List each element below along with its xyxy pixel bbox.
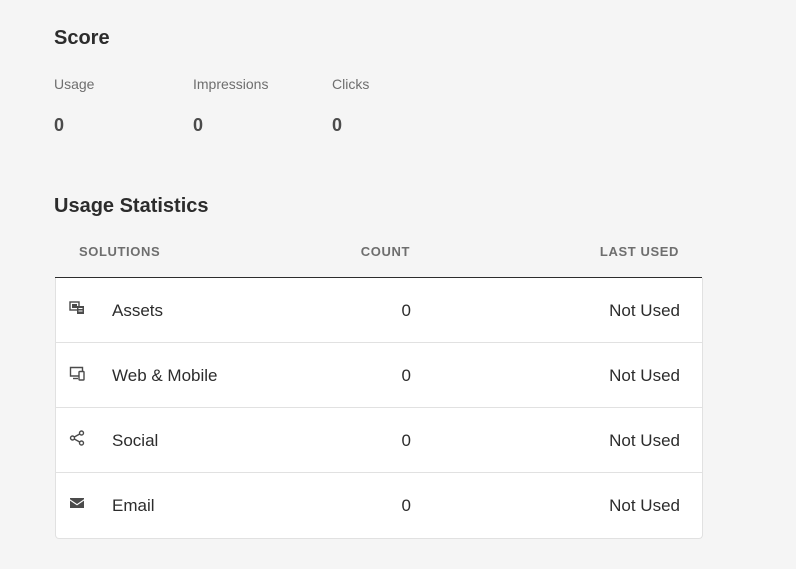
column-header-last-used[interactable]: LAST USED [600,244,679,259]
usage-table: Assets 0 Not Used Web & Mobile 0 Not Use… [55,278,703,539]
table-row[interactable]: Web & Mobile 0 Not Used [56,343,702,408]
solution-name: Email [112,496,155,515]
column-header-solutions[interactable]: SOLUTIONS [79,244,160,259]
metric-label: Clicks [332,76,370,92]
metric-impressions: Impressions 0 [193,76,323,136]
metric-usage: Usage 0 [54,76,184,136]
table-row[interactable]: Social 0 Not Used [56,408,702,473]
solution-count: 0 [401,301,411,320]
table-row[interactable]: Assets 0 Not Used [56,278,702,343]
score-title: Score [54,27,110,49]
metric-label: Usage [54,76,95,92]
web-mobile-icon [69,365,85,381]
metric-value: 0 [54,115,65,135]
metric-clicks: Clicks 0 [332,76,462,136]
solution-count: 0 [401,366,411,385]
table-row[interactable]: Email 0 Not Used [56,473,702,538]
solution-name: Social [112,431,159,450]
solution-name: Web & Mobile [112,366,218,385]
email-icon [69,495,85,511]
solution-name: Assets [112,301,164,320]
table-header: SOLUTIONS COUNT LAST USED [55,243,702,278]
solution-last-used: Not Used [609,496,680,515]
solution-last-used: Not Used [609,366,680,385]
page: Score Usage 0 Impressions 0 Clicks 0 Usa… [0,0,796,569]
assets-icon [69,300,85,316]
metric-label: Impressions [193,76,269,92]
solution-last-used: Not Used [609,301,680,320]
solution-count: 0 [401,431,411,450]
metric-value: 0 [193,115,204,135]
metric-value: 0 [332,115,343,135]
solution-last-used: Not Used [609,431,680,450]
column-header-count[interactable]: COUNT [280,244,410,259]
solution-count: 0 [401,496,411,515]
usage-statistics-title: Usage Statistics [54,195,209,217]
share-icon [69,430,85,446]
